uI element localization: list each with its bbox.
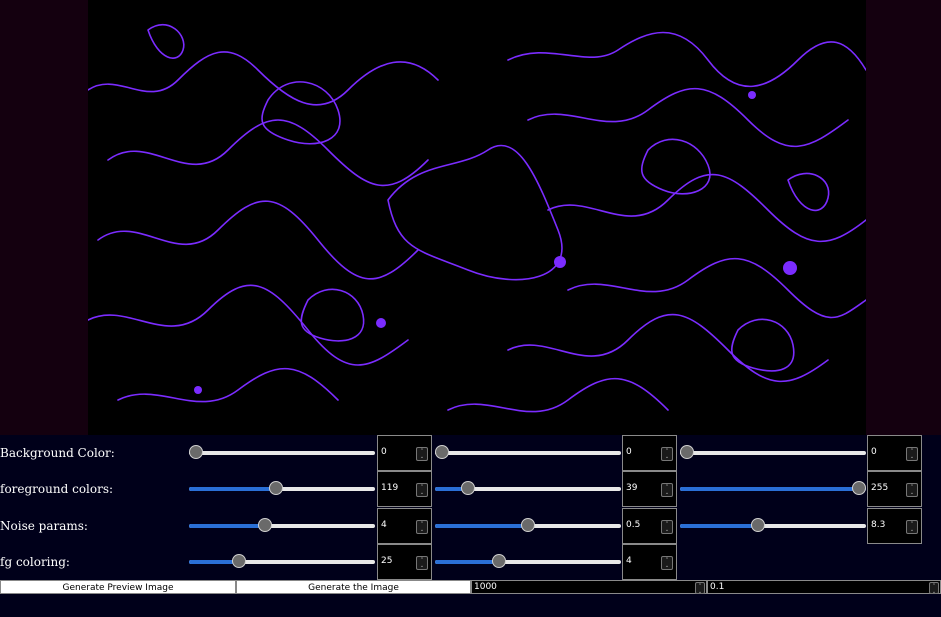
preview-area xyxy=(0,0,941,435)
spinner-icon[interactable]: ⌃ ⌄ xyxy=(906,520,918,534)
slider-fill xyxy=(189,524,264,528)
slider-thumb[interactable] xyxy=(232,554,246,568)
range-slider[interactable] xyxy=(435,518,621,534)
number-value: 4 xyxy=(626,556,632,566)
number-value: 8.3 xyxy=(871,520,886,530)
number-input[interactable]: 4 ⌃ ⌄ xyxy=(622,544,677,580)
row-label: Background Color: xyxy=(0,446,115,460)
row-label: foreground colors: xyxy=(0,482,114,496)
step-value: 0.1 xyxy=(710,582,725,592)
spinner-icon[interactable]: ⌃ ⌄ xyxy=(416,447,428,461)
slider-thumb[interactable] xyxy=(852,481,866,495)
number-input[interactable]: 8.3 ⌃ ⌄ xyxy=(867,508,922,544)
image-size-input[interactable]: 1000 ⌃ ⌄ xyxy=(471,580,707,595)
slider-fill xyxy=(435,487,464,491)
range-slider[interactable] xyxy=(189,518,375,534)
slider-track xyxy=(680,451,866,455)
noise-preview-image xyxy=(88,0,866,435)
slider-thumb[interactable] xyxy=(751,518,766,532)
number-input[interactable]: 0 ⌃ ⌄ xyxy=(867,435,922,471)
number-input[interactable]: 25 ⌃ ⌄ xyxy=(377,544,432,580)
spinner-icon[interactable]: ⌃ ⌄ xyxy=(906,447,918,461)
image-size-value: 1000 xyxy=(474,582,497,592)
slider-thumb[interactable] xyxy=(189,445,203,459)
number-value: 0.5 xyxy=(626,520,641,530)
number-input[interactable]: 0 ⌃ ⌄ xyxy=(622,435,677,471)
number-value: 0 xyxy=(626,447,632,457)
slider-fill xyxy=(189,560,236,564)
generate-image-button[interactable]: Generate the Image xyxy=(236,580,471,594)
range-slider[interactable] xyxy=(435,554,621,570)
spinner-icon[interactable]: ⌃ ⌄ xyxy=(661,483,673,497)
range-slider[interactable] xyxy=(680,481,866,497)
number-value: 255 xyxy=(871,483,889,493)
spinner-icon[interactable]: ⌃ ⌄ xyxy=(906,483,918,497)
spinner-icon[interactable]: ⌃ ⌄ xyxy=(661,556,673,570)
range-slider[interactable] xyxy=(189,445,375,461)
spinner-icon[interactable]: ⌃ ⌄ xyxy=(416,483,428,497)
slider-thumb[interactable] xyxy=(257,518,272,532)
spinner-icon[interactable]: ⌃ ⌄ xyxy=(661,520,673,534)
slider-track xyxy=(189,451,375,455)
range-slider[interactable] xyxy=(435,445,621,461)
slider-thumb[interactable] xyxy=(521,518,535,532)
slider-fill xyxy=(435,524,528,528)
number-value: 39 xyxy=(626,483,638,493)
number-value: 0 xyxy=(871,447,877,457)
range-slider[interactable] xyxy=(189,554,375,570)
range-slider[interactable] xyxy=(680,445,866,461)
range-slider[interactable] xyxy=(680,518,866,534)
spinner-icon[interactable]: ⌃ ⌄ xyxy=(416,556,428,570)
number-input[interactable]: 39 ⌃ ⌄ xyxy=(622,471,677,507)
slider-fill xyxy=(435,560,497,564)
spinner-icon[interactable]: ⌃ ⌄ xyxy=(695,582,705,595)
spinner-icon[interactable]: ⌃ ⌄ xyxy=(929,582,939,595)
slider-fill xyxy=(680,524,758,528)
slider-thumb[interactable] xyxy=(435,445,449,459)
slider-thumb[interactable] xyxy=(680,445,694,459)
number-value: 119 xyxy=(381,483,399,493)
slider-thumb[interactable] xyxy=(492,554,507,568)
number-input[interactable]: 0.5 ⌃ ⌄ xyxy=(622,508,677,544)
slider-fill xyxy=(680,487,866,491)
number-value: 4 xyxy=(381,520,387,530)
number-input[interactable]: 255 ⌃ ⌄ xyxy=(867,471,922,507)
number-input[interactable]: 0 ⌃ ⌄ xyxy=(377,435,432,471)
number-value: 0 xyxy=(381,447,387,457)
number-input[interactable]: 4 ⌃ ⌄ xyxy=(377,508,432,544)
spinner-icon[interactable]: ⌃ ⌄ xyxy=(661,447,673,461)
generate-preview-button[interactable]: Generate Preview Image xyxy=(0,580,236,594)
slider-fill xyxy=(189,487,276,491)
row-label: Noise params: xyxy=(0,519,88,533)
row-label: fg coloring: xyxy=(0,555,70,569)
slider-track xyxy=(435,451,621,455)
number-value: 25 xyxy=(381,556,393,566)
number-input[interactable]: 119 ⌃ ⌄ xyxy=(377,471,432,507)
spinner-icon[interactable]: ⌃ ⌄ xyxy=(416,520,428,534)
range-slider[interactable] xyxy=(189,481,375,497)
slider-thumb[interactable] xyxy=(269,481,284,495)
step-input[interactable]: 0.1 ⌃ ⌄ xyxy=(707,580,941,595)
slider-thumb[interactable] xyxy=(461,481,476,495)
range-slider[interactable] xyxy=(435,481,621,497)
